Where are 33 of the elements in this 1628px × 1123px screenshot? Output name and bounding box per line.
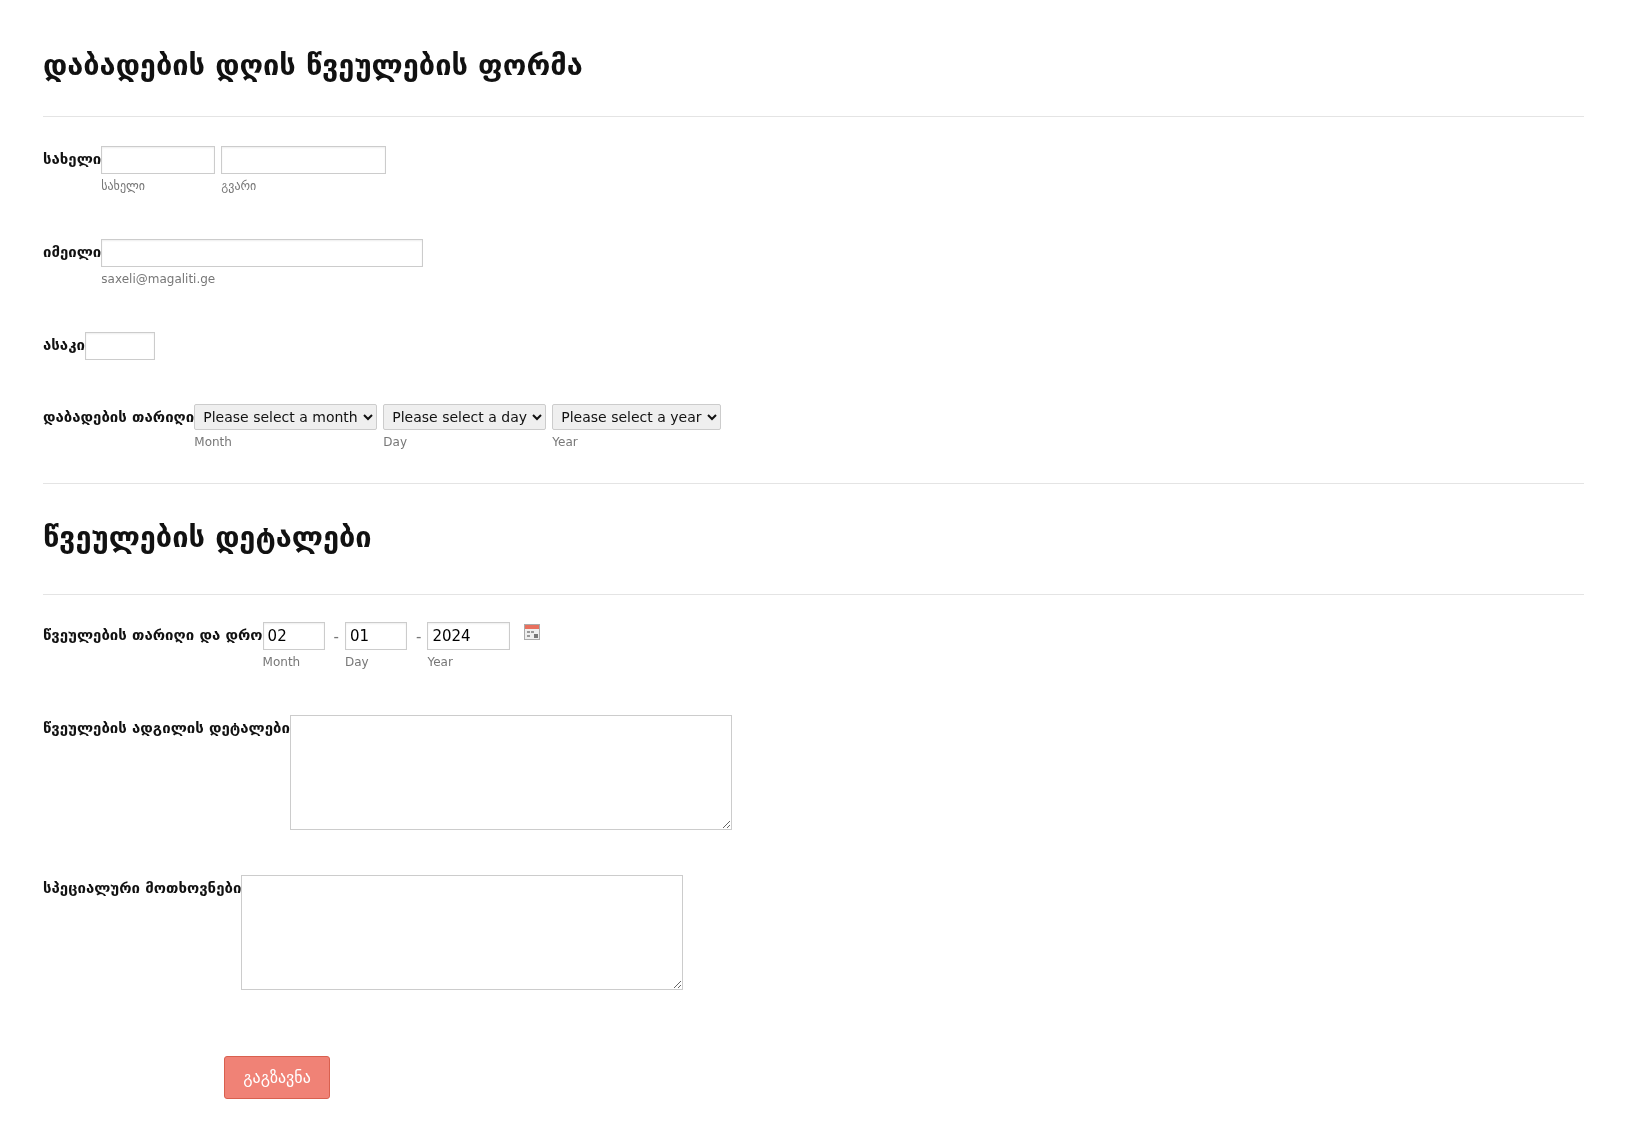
field-sublabel: გვარი <box>221 179 258 193</box>
text-area[interactable] <box>241 875 684 990</box>
field-label: იმეილი <box>43 242 102 262</box>
dropdown-select[interactable]: Please select a day <box>383 404 547 430</box>
input-field[interactable] <box>84 332 155 360</box>
field-sublabel: სახელი <box>101 179 146 193</box>
field-label: წვეულების ადგილის დეტალები <box>43 718 290 738</box>
date-separator: - <box>415 627 423 646</box>
date-separator: - <box>332 627 340 646</box>
field-label: სახელი <box>43 149 102 169</box>
section-heading: წვეულების დეტალები <box>43 519 373 556</box>
text-area[interactable] <box>289 715 732 830</box>
field-label: ასაკი <box>43 335 85 355</box>
input-field[interactable]: 2024 <box>427 622 511 650</box>
field-sublabel: Day <box>345 655 370 669</box>
dropdown-select[interactable]: Please select a month <box>194 404 378 430</box>
input-field[interactable] <box>101 146 216 174</box>
field-sublabel: Year <box>427 655 454 669</box>
input-field[interactable]: 01 <box>345 622 407 650</box>
field-label: დაბადების თარიღი <box>43 407 195 427</box>
field-sublabel: saxeli@magaliti.ge <box>101 272 217 286</box>
field-label: წვეულების თარიღი და დრო <box>43 625 263 645</box>
field-sublabel: Day <box>383 435 408 449</box>
input-field[interactable]: 02 <box>262 622 325 650</box>
field-label: სპეციალური მოთხოვნები <box>43 878 242 898</box>
section-heading: დაბადების დღის წვეულების ფორმა <box>43 47 584 84</box>
dropdown-select[interactable]: Please select a year <box>552 404 722 430</box>
input-field[interactable] <box>101 239 424 267</box>
field-sublabel: Year <box>552 435 579 449</box>
calendar-icon[interactable] <box>524 624 541 640</box>
field-sublabel: Month <box>262 655 302 669</box>
input-field[interactable] <box>221 146 387 174</box>
field-sublabel: Month <box>194 435 233 449</box>
